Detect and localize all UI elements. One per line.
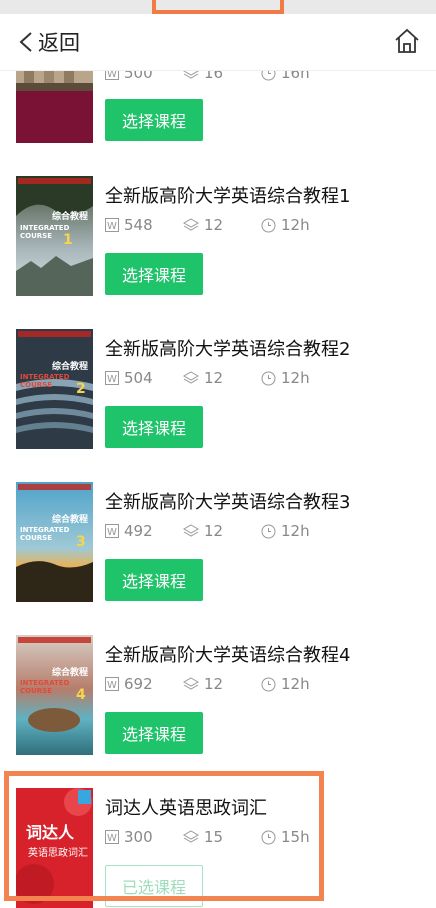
svg-text:W: W — [107, 527, 117, 538]
course-cover: 综合教程 INTEGRATED COURSE 1 — [16, 176, 93, 296]
unit-count-value: 12 — [204, 216, 224, 234]
home-button[interactable] — [392, 26, 422, 56]
hour-count-value: 12h — [281, 675, 310, 693]
word-count: W 504 — [105, 369, 153, 387]
home-icon — [395, 28, 419, 53]
unit-count: 15 — [183, 828, 223, 846]
course-row: 词达人 英语思政词汇 词达人英语思政词汇 W 300 15 15h 已选课程 — [0, 772, 436, 908]
hour-count: 12h — [261, 522, 310, 540]
svg-text:W: W — [107, 374, 117, 385]
course-title: 全新版高阶大学英语综合教程2 — [105, 339, 351, 360]
clock-icon — [261, 371, 276, 385]
unit-count: 12 — [183, 369, 223, 387]
unit-count-value: 12 — [204, 369, 224, 387]
word-icon: W — [105, 830, 119, 844]
unit-count-value: 15 — [204, 828, 224, 846]
layers-icon — [183, 371, 199, 384]
hour-count-value: 12h — [281, 369, 310, 387]
course-title: 全新版高阶大学英语综合教程4 — [105, 645, 351, 666]
word-icon: W — [105, 218, 119, 232]
cover-subtitle: INTEGRATED COURSE — [20, 224, 70, 240]
highlight-box — [152, 0, 284, 14]
word-count: W 548 — [105, 216, 153, 234]
cover-number: 3 — [76, 534, 86, 550]
course-cover: 词达人 英语思政词汇 — [16, 788, 93, 908]
hour-count: 12h — [261, 369, 310, 387]
course-cover: 综合教程 INTEGRATED COURSE 4 — [16, 635, 93, 755]
word-count-value: 548 — [124, 216, 153, 234]
word-icon: W — [105, 677, 119, 691]
course-row: 综合教程 INTEGRATED COURSE 1 全新版高阶大学英语综合教程1 … — [0, 160, 436, 314]
svg-text:W: W — [107, 833, 117, 844]
hour-count: 15h — [261, 828, 310, 846]
word-count-value: 300 — [124, 828, 153, 846]
layers-icon — [183, 524, 199, 537]
select-course-button[interactable]: 选择课程 — [105, 712, 203, 754]
select-course-button[interactable]: 选择课程 — [105, 253, 203, 295]
hour-count-value: 12h — [281, 216, 310, 234]
layers-icon — [183, 677, 199, 690]
course-row: 综合教程 INTEGRATED COURSE 2 全新版高阶大学英语综合教程2 … — [0, 313, 436, 467]
course-list: W 500 16 16h 选择课程 综合教程 INTEGRATED COURSE… — [0, 0, 436, 908]
word-count-value: 504 — [124, 369, 153, 387]
cover-title: 综合教程 — [52, 668, 89, 678]
course-title: 全新版高阶大学英语综合教程1 — [105, 186, 351, 207]
layers-icon — [183, 830, 199, 843]
hour-count-value: 15h — [281, 828, 310, 846]
course-title: 词达人英语思政词汇 — [105, 798, 267, 819]
clock-icon — [261, 524, 276, 538]
course-row: 综合教程 INTEGRATED COURSE 3 全新版高阶大学英语综合教程3 … — [0, 466, 436, 620]
clock-icon — [261, 830, 276, 844]
cover-title: 综合教程 — [52, 212, 89, 222]
unit-count-value: 12 — [204, 522, 224, 540]
svg-text:W: W — [107, 221, 117, 232]
cover-number: 2 — [76, 381, 86, 397]
select-course-button[interactable]: 选择课程 — [105, 99, 203, 141]
select-course-button[interactable]: 选择课程 — [105, 559, 203, 601]
unit-count: 12 — [183, 675, 223, 693]
cover-number: 4 — [76, 687, 86, 703]
word-icon: W — [105, 371, 119, 385]
word-count: W 492 — [105, 522, 153, 540]
back-label: 返回 — [38, 31, 80, 55]
hour-count-value: 12h — [281, 522, 310, 540]
word-count: W 300 — [105, 828, 153, 846]
word-count: W 692 — [105, 675, 153, 693]
unit-count: 12 — [183, 216, 223, 234]
unit-count: 12 — [183, 522, 223, 540]
course-row: 综合教程 INTEGRATED COURSE 4 全新版高阶大学英语综合教程4 … — [0, 619, 436, 773]
hour-count: 12h — [261, 216, 310, 234]
cover-title: 综合教程 — [52, 515, 89, 525]
chevron-left-icon — [19, 32, 32, 52]
word-count-value: 492 — [124, 522, 153, 540]
select-course-button[interactable]: 选择课程 — [105, 406, 203, 448]
cover-subtitle: 英语思政词汇 — [28, 848, 88, 859]
clock-icon — [261, 218, 276, 232]
course-cover: 综合教程 INTEGRATED COURSE 3 — [16, 482, 93, 602]
word-count-value: 692 — [124, 675, 153, 693]
cover-title: 词达人 — [26, 823, 75, 842]
layers-icon — [183, 218, 199, 231]
back-button[interactable]: 返回 — [18, 26, 80, 58]
word-icon: W — [105, 524, 119, 538]
svg-text:W: W — [107, 680, 117, 691]
course-cover: 综合教程 INTEGRATED COURSE 2 — [16, 329, 93, 449]
hour-count: 12h — [261, 675, 310, 693]
cover-number: 1 — [63, 232, 73, 248]
nav-bar: 返回 — [0, 14, 436, 71]
cover-title: 综合教程 — [52, 362, 89, 372]
clock-icon — [261, 677, 276, 691]
unit-count-value: 12 — [204, 675, 224, 693]
course-title: 全新版高阶大学英语综合教程3 — [105, 492, 351, 513]
selected-course-button[interactable]: 已选课程 — [105, 865, 203, 907]
